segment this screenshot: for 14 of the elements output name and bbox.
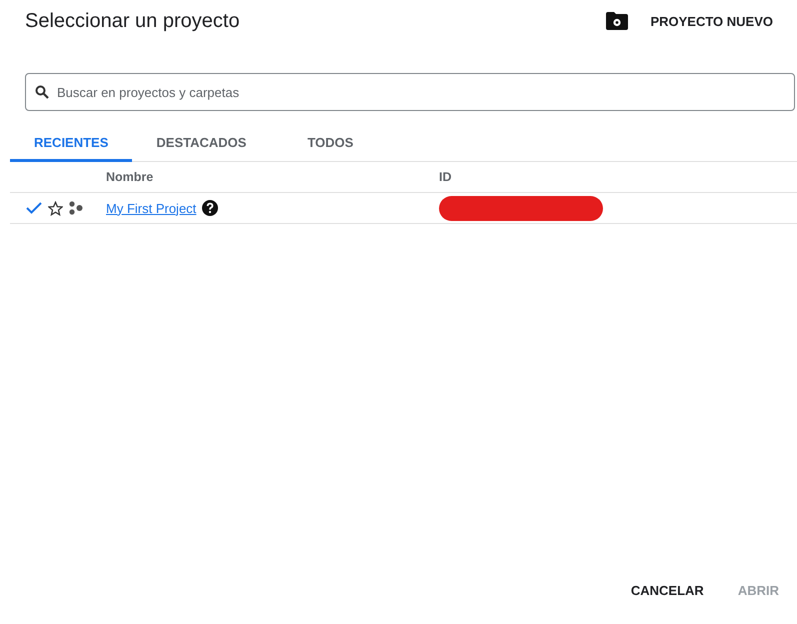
tab[interactable]: DESTACADOS [132,126,270,162]
project-link[interactable]: My First Project [106,200,196,216]
star-icon[interactable] [48,200,63,216]
new-project-button[interactable]: PROYECTO NUEVO [642,8,781,34]
search-field[interactable]: Buscar en proyectos y carpetas [25,73,795,111]
dialog-button[interactable]: CANCELAR [622,577,712,604]
tab[interactable]: RECIENTES [10,126,132,162]
column-header: Nombre [106,170,154,184]
search-icon [35,85,49,99]
tab[interactable]: TODOS [270,126,390,162]
dialog-title: Seleccionar un proyecto [25,10,240,32]
help-icon[interactable] [202,200,218,216]
column-header: ID [439,170,452,184]
nodes-icon [69,201,83,215]
